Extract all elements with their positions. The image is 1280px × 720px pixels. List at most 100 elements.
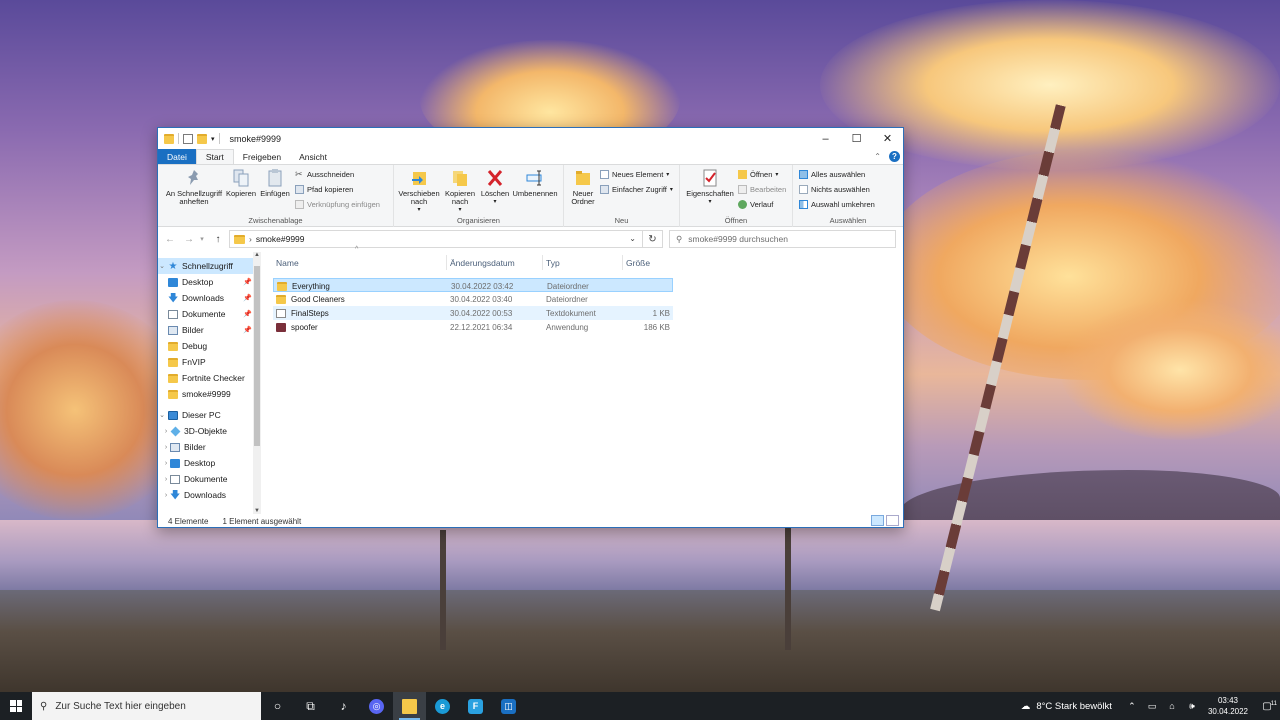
- tab-home[interactable]: Start: [195, 149, 234, 164]
- nav-pc-item[interactable]: › Dokumente: [158, 471, 254, 487]
- rename-button[interactable]: Umbenennen: [510, 168, 560, 198]
- notification-center-icon[interactable]: ▢ 11: [1254, 701, 1280, 712]
- address-history-chevron-icon[interactable]: ⌄: [629, 234, 636, 243]
- nav-quick-item[interactable]: FnVIP: [158, 354, 254, 370]
- remote-app-icon[interactable]: ◫: [492, 692, 525, 720]
- file-explorer-taskbar-icon[interactable]: [393, 692, 426, 720]
- expanded-chevron-icon[interactable]: ⌄: [158, 262, 166, 270]
- column-header-name[interactable]: Name: [273, 255, 447, 270]
- taskbar-search-box[interactable]: ⚲ Zur Suche Text hier eingeben: [32, 692, 261, 720]
- start-button[interactable]: [0, 692, 32, 720]
- nav-quick-access[interactable]: ⌄ ★ Schnellzugriff: [158, 258, 254, 274]
- tab-file[interactable]: Datei: [158, 149, 196, 164]
- pin-quick-access-button[interactable]: An Schnellzugriff anheften: [162, 168, 226, 206]
- pin-icon[interactable]: 📌: [243, 326, 252, 334]
- properties-button[interactable]: Eigenschaften ▾: [684, 168, 736, 206]
- weather-widget[interactable]: ☁ 8°C Stark bewölkt: [1011, 701, 1122, 712]
- delete-button[interactable]: Löschen ▾: [480, 168, 510, 206]
- up-arrow-icon[interactable]: ↑: [211, 234, 225, 245]
- edit-button[interactable]: Bearbeiten: [738, 185, 786, 194]
- pin-icon[interactable]: 📌: [243, 310, 252, 318]
- cut-button[interactable]: ✂ Ausschneiden: [295, 170, 354, 180]
- scroll-up-icon[interactable]: ▲: [253, 252, 261, 258]
- nav-quick-item[interactable]: 🡇 Downloads 📌: [158, 290, 254, 306]
- cortana-icon[interactable]: ○: [261, 692, 294, 720]
- collapsed-chevron-icon[interactable]: ›: [162, 428, 170, 435]
- column-header-type[interactable]: Typ: [543, 255, 623, 270]
- expanded-chevron-icon[interactable]: ⌄: [158, 411, 166, 419]
- file-row[interactable]: Good Cleaners 30.04.2022 03:40 Dateiordner: [273, 292, 673, 306]
- nav-quick-item[interactable]: Debug: [158, 338, 254, 354]
- collapse-ribbon-icon[interactable]: ⌃: [874, 152, 881, 161]
- tab-view[interactable]: Ansicht: [290, 149, 336, 164]
- copy-button[interactable]: Kopieren: [224, 168, 258, 198]
- network-icon[interactable]: ⌂: [1165, 701, 1179, 711]
- pin-icon[interactable]: 📌: [243, 278, 252, 286]
- copy-path-button[interactable]: Pfad kopieren: [295, 185, 353, 194]
- tiktok-icon[interactable]: ♪: [327, 692, 360, 720]
- properties-icon[interactable]: [183, 133, 193, 144]
- nav-pc-item[interactable]: › 🡇 Downloads: [158, 487, 254, 503]
- forward-arrow-icon[interactable]: →: [182, 234, 196, 245]
- pin-icon[interactable]: 📌: [243, 294, 252, 302]
- nav-quick-item[interactable]: smoke#9999: [158, 386, 254, 402]
- column-header-size[interactable]: Größe: [623, 255, 673, 270]
- file-row[interactable]: spoofer 22.12.2021 06:34 Anwendung 186 KB: [273, 320, 673, 334]
- volume-icon[interactable]: 🕪: [1185, 701, 1199, 712]
- new-folder-button[interactable]: Neuer Ordner: [566, 168, 600, 206]
- discord-icon[interactable]: ◎: [360, 692, 393, 720]
- invert-selection-button[interactable]: Auswahl umkehren: [799, 200, 875, 209]
- search-input[interactable]: ⚲ smoke#9999 durchsuchen: [669, 230, 896, 248]
- paste-button[interactable]: Einfügen: [258, 168, 292, 198]
- collapsed-chevron-icon[interactable]: ›: [162, 476, 170, 483]
- nav-pc-item[interactable]: › Desktop: [158, 455, 254, 471]
- nav-quick-item[interactable]: Desktop 📌: [158, 274, 254, 290]
- tab-share[interactable]: Freigeben: [234, 149, 290, 164]
- help-icon[interactable]: ?: [889, 151, 900, 162]
- breadcrumb-current[interactable]: smoke#9999: [256, 234, 305, 244]
- collapsed-chevron-icon[interactable]: ›: [162, 444, 170, 451]
- select-none-button[interactable]: Nichts auswählen: [799, 185, 870, 194]
- select-all-button[interactable]: Alles auswählen: [799, 170, 865, 179]
- recent-locations-chevron-icon[interactable]: ▾: [198, 235, 206, 243]
- nav-pc-item[interactable]: › 3D-Objekte: [158, 423, 254, 439]
- app-f-icon[interactable]: F: [459, 692, 492, 720]
- collapsed-chevron-icon[interactable]: ›: [162, 460, 170, 467]
- breadcrumb-chevron-icon[interactable]: ›: [249, 234, 252, 244]
- refresh-icon[interactable]: ↻: [642, 230, 662, 248]
- back-arrow-icon[interactable]: ←: [163, 234, 177, 245]
- copy-to-button[interactable]: Kopieren nach ▾: [440, 168, 480, 214]
- new-item-button[interactable]: Neues Element ▾: [600, 170, 669, 179]
- scrollbar-thumb[interactable]: [254, 266, 260, 446]
- easy-access-button[interactable]: Einfacher Zugriff ▾: [600, 185, 673, 194]
- column-header-date[interactable]: Änderungsdatum: [447, 255, 543, 270]
- customize-toolbar-chevron-icon[interactable]: ▾: [211, 135, 215, 143]
- collapsed-chevron-icon[interactable]: ›: [162, 492, 170, 499]
- nav-this-pc[interactable]: ⌄ Dieser PC: [158, 407, 254, 423]
- nav-quick-item[interactable]: Fortnite Checker: [158, 370, 254, 386]
- history-button[interactable]: Verlauf: [738, 200, 773, 209]
- clock[interactable]: 03:43 30.04.2022: [1202, 695, 1254, 717]
- battery-icon[interactable]: ▭: [1145, 701, 1159, 712]
- maximize-button[interactable]: ☐: [841, 128, 872, 149]
- move-to-button[interactable]: Verschieben nach ▾: [396, 168, 442, 214]
- navigation-pane-scrollbar[interactable]: ▲ ▼: [253, 252, 261, 514]
- details-view-icon[interactable]: [871, 515, 884, 526]
- nav-quick-item[interactable]: Dokumente 📌: [158, 306, 254, 322]
- nav-quick-item[interactable]: Bilder 📌: [158, 322, 254, 338]
- show-hidden-icons-chevron-icon[interactable]: ⌃: [1125, 701, 1139, 712]
- close-button[interactable]: ✕: [872, 128, 903, 149]
- task-view-icon[interactable]: ⧉: [294, 692, 327, 720]
- sort-ascending-icon: ^: [355, 246, 359, 253]
- nav-pc-item[interactable]: › Bilder: [158, 439, 254, 455]
- file-row[interactable]: FinalSteps 30.04.2022 00:53 Textdokument 1 …: [273, 306, 673, 320]
- open-button[interactable]: Öffnen ▾: [738, 170, 778, 179]
- address-bar[interactable]: › smoke#9999 ⌄: [229, 230, 663, 248]
- new-folder-icon[interactable]: [197, 133, 207, 144]
- minimize-button[interactable]: –: [810, 128, 841, 149]
- file-row[interactable]: Everything 30.04.2022 03:42 Dateiordner: [273, 278, 673, 292]
- edge-icon[interactable]: e: [426, 692, 459, 720]
- title-bar[interactable]: ▾ smoke#9999 – ☐ ✕: [158, 128, 903, 149]
- paste-shortcut-button[interactable]: Verknüpfung einfügen: [295, 200, 380, 209]
- large-icons-view-icon[interactable]: [886, 515, 899, 526]
